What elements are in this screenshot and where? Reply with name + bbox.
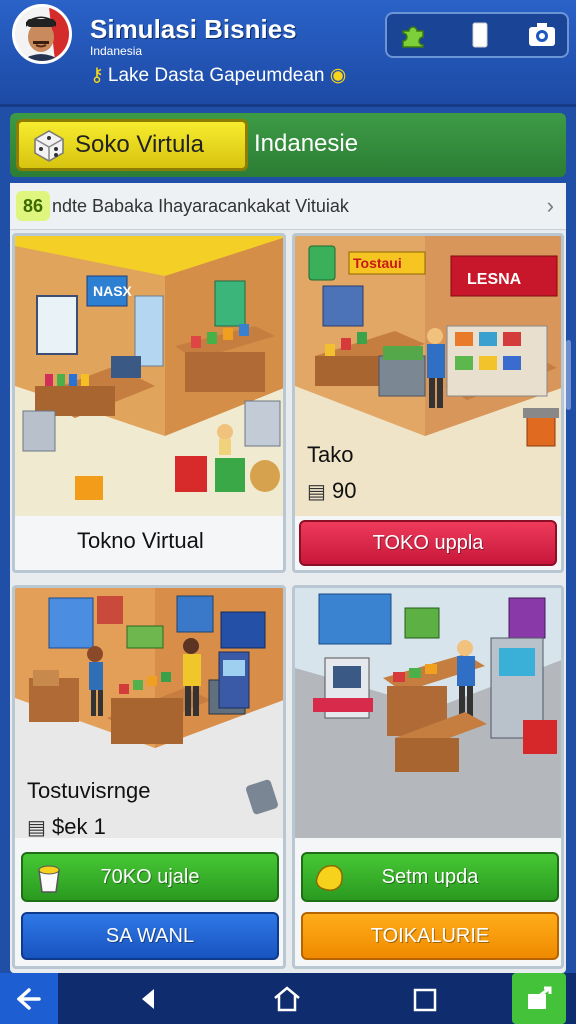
share-icon[interactable] (512, 973, 566, 1024)
triangle-back-icon[interactable] (136, 985, 166, 1013)
stat-value: ▤ 90 (307, 478, 357, 504)
store-sign-nasx: NASX (93, 283, 133, 299)
store-scene-image: Tostaui LESNA (295, 236, 561, 516)
money-stack-icon: ▤ (307, 481, 326, 503)
store-sign-tostaui: Tostaui (353, 255, 402, 271)
chevron-right-icon[interactable]: › (547, 193, 554, 219)
stat-value: ▤ $ek 1 (27, 814, 106, 840)
app-subtitle: Indanesia (90, 44, 143, 58)
app-title: Simulasi Bisnies (90, 14, 297, 44)
breadcrumb[interactable]: 86 ndte Babaka Ihayaracankakat Vituiak › (10, 183, 566, 230)
secondary-button[interactable]: TOIKALURIE (301, 912, 559, 960)
store-panel: 86 ndte Babaka Ihayaracankakat Vituiak ›… (10, 183, 566, 973)
dice-icon (34, 130, 64, 162)
banner-title: Indanesie (254, 130, 359, 157)
key-icon: ⚷ (90, 65, 104, 86)
stat-number: 90 (332, 478, 357, 503)
store-scene-image (295, 588, 561, 838)
puzzle-icon[interactable] (397, 20, 431, 50)
store-banner: Soko Virtula Indanesie (10, 113, 566, 177)
square-recent-icon[interactable] (412, 985, 442, 1013)
secondary-button-label: TOIKALURIE (370, 924, 490, 947)
secondary-button-label: SA WANL (105, 924, 195, 947)
store-card-4[interactable]: Setm upda TOIKALURIE (292, 585, 564, 969)
tagline-text: Lake Dasta Gapeumdean (107, 65, 325, 86)
store-name: Tokno Virtual (77, 528, 204, 553)
badge-icon: 86 (16, 191, 50, 221)
store-scene-image: NASX (15, 236, 283, 516)
back-icon[interactable] (0, 973, 58, 1024)
camera-icon[interactable] (525, 20, 559, 50)
bucket-icon (38, 865, 60, 893)
money-stack-icon: ▤ (27, 817, 46, 839)
tagline: ⚷ Lake Dasta Gapeumdean ◉ (90, 64, 346, 87)
bottom-nav-bar (0, 973, 576, 1024)
upgrade-button[interactable]: Setm upda (301, 852, 559, 902)
upgrade-button-label: Setm upda (381, 865, 479, 888)
home-icon[interactable] (272, 985, 302, 1013)
lemon-icon (315, 865, 343, 891)
top-toolbar (385, 12, 569, 58)
store-sign-lesna: LESNA (467, 271, 522, 288)
breadcrumb-text: ndte Babaka Ihayaracankakat Vituiak (52, 196, 349, 216)
store-select-button[interactable]: Soko Virtula (16, 119, 248, 171)
upgrade-button-label: 70KO ujale (100, 865, 200, 888)
phone-icon[interactable] (463, 20, 497, 50)
stat-number: $ek 1 (52, 814, 106, 839)
upgrade-button[interactable]: 70KO ujale (21, 852, 279, 902)
upgrade-button[interactable]: TOKO uppla (299, 520, 557, 566)
upgrade-button-label: TOKO uppla (372, 531, 484, 554)
store-name: Tostuvisrnge (27, 778, 151, 803)
store-name: Tako (307, 442, 354, 467)
coin-icon: ◉ (324, 65, 347, 86)
avatar[interactable] (12, 4, 72, 64)
store-card-1[interactable]: NASX Tokno Virtual (12, 233, 286, 573)
scrollbar[interactable] (566, 340, 571, 410)
top-header: Simulasi Bisnies Indanesia ⚷ Lake Dasta G… (0, 0, 576, 107)
store-card-3[interactable]: Tostuvisrnge ▤ $ek 1 70KO ujale SA WANL (12, 585, 286, 969)
secondary-button[interactable]: SA WANL (21, 912, 279, 960)
store-card-2[interactable]: Tostaui LESNA Tako ▤ 90 TOKO uppla (292, 233, 564, 573)
store-select-label: Soko Virtula (75, 131, 204, 158)
